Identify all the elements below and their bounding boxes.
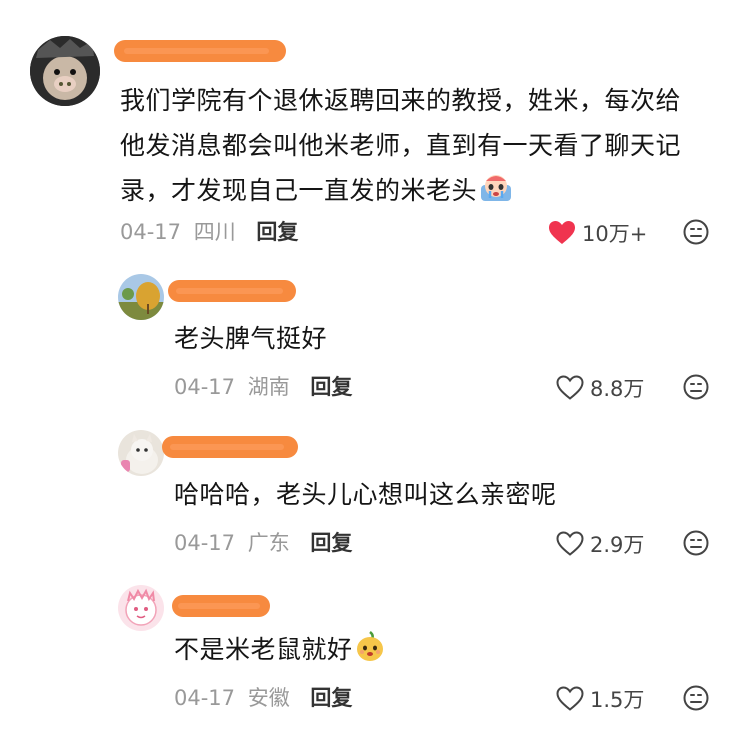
avatar[interactable] <box>118 430 164 476</box>
reply-2: 哈哈哈，老头儿心想叫这么亲密呢 04-17 广东 回复 2.9万 <box>0 418 750 568</box>
avatar[interactable] <box>118 274 164 320</box>
heart-outline-icon <box>556 686 584 712</box>
comment-meta: 04-17 安徽 回复 <box>174 684 352 712</box>
comment-meta: 04-17 湖南 回复 <box>174 373 352 401</box>
comment-date: 04-17 <box>174 375 236 399</box>
reply-button[interactable]: 回复 <box>310 531 352 555</box>
like-button[interactable]: 8.8万 <box>556 373 644 403</box>
reply-1: 老头脾气挺好 04-17 湖南 回复 8.8万 <box>0 262 750 412</box>
username-redacted[interactable] <box>114 40 286 62</box>
reply-3: 不是米老鼠就好 04-17 安徽 回复 1.5万 <box>0 573 750 732</box>
like-button[interactable]: 1.5万 <box>556 684 644 714</box>
meh-face-icon[interactable] <box>683 685 709 711</box>
comment-text-line: 我们学院有个退休返聘回来的教授，姓米，每次给 <box>120 86 682 115</box>
heart-filled-icon <box>548 220 576 246</box>
meh-face-icon[interactable] <box>683 374 709 400</box>
comment-text-span: 不是米老鼠就好 <box>174 635 353 664</box>
comment-date: 04-17 <box>174 531 236 555</box>
comment-meta: 04-17 广东 回复 <box>174 529 352 557</box>
avatar[interactable] <box>118 585 164 631</box>
reply-button[interactable]: 回复 <box>256 220 298 244</box>
comment-1: 我们学院有个退休返聘回来的教授，姓米，每次给 他发消息都会叫他米老师，直到有一天… <box>0 0 750 260</box>
like-button[interactable]: 10万+ <box>548 218 647 248</box>
meh-face-icon[interactable] <box>683 219 709 245</box>
comment-meta: 04-17 四川 回复 <box>120 218 298 246</box>
comment-date: 04-17 <box>174 686 236 710</box>
comment-text-line: 他发消息都会叫他米老师，直到有一天看了聊天记 <box>120 131 682 160</box>
reply-button[interactable]: 回复 <box>310 375 352 399</box>
heart-outline-icon <box>556 531 584 557</box>
username-redacted[interactable] <box>172 595 270 617</box>
like-count: 10万+ <box>582 222 648 246</box>
like-count: 1.5万 <box>590 688 645 712</box>
meh-face-icon[interactable] <box>683 530 709 556</box>
comment-text: 老头脾气挺好 <box>174 324 328 353</box>
heart-outline-icon <box>556 375 584 401</box>
comment-text-span: 录，才发现自己一直发的米老头 <box>120 176 478 205</box>
comment-text-line: 录，才发现自己一直发的米老头 <box>120 168 730 217</box>
comment-text: 哈哈哈，老头儿心想叫这么亲密呢 <box>174 480 557 509</box>
like-count: 2.9万 <box>590 533 645 557</box>
comment-date: 04-17 <box>120 220 182 244</box>
like-button[interactable]: 2.9万 <box>556 529 644 559</box>
avatar[interactable] <box>30 36 100 106</box>
comment-location: 湖南 <box>247 375 290 399</box>
username-redacted[interactable] <box>168 280 296 302</box>
comment-location: 安徽 <box>247 686 290 710</box>
crying-emoji-icon <box>479 172 513 217</box>
comment-text: 不是米老鼠就好 <box>174 627 385 676</box>
mango-emoji-icon <box>355 630 385 676</box>
comment-location: 四川 <box>193 220 236 244</box>
comment-text: 我们学院有个退休返聘回来的教授，姓米，每次给 他发消息都会叫他米老师，直到有一天… <box>120 78 730 217</box>
username-redacted[interactable] <box>162 436 298 458</box>
reply-button[interactable]: 回复 <box>310 686 352 710</box>
like-count: 8.8万 <box>590 377 645 401</box>
comment-location: 广东 <box>247 531 290 555</box>
